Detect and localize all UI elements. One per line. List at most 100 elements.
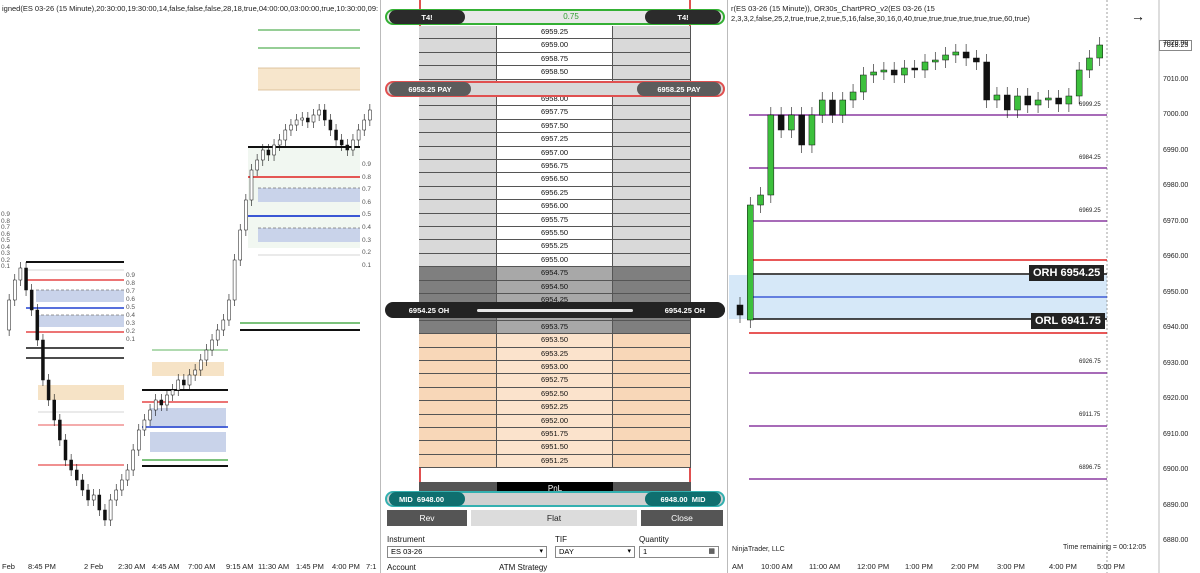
ladder-row[interactable]: 6954.75 [419, 267, 691, 281]
flat-button[interactable]: Flat [471, 510, 637, 526]
ladder-row[interactable]: 6955.25 [419, 240, 691, 254]
bid-cell[interactable] [419, 280, 497, 293]
ask-cell[interactable] [613, 253, 691, 267]
price-cell[interactable]: 6957.50 [497, 119, 613, 133]
price-cell[interactable]: 6959.00 [497, 39, 613, 52]
right-chart-canvas[interactable] [729, 0, 1200, 573]
price-cell[interactable]: 6952.00 [497, 414, 613, 427]
bid-cell[interactable] [419, 441, 497, 454]
ladder-row[interactable]: 6953.25 [419, 347, 691, 361]
ask-cell[interactable] [613, 280, 691, 293]
top-right-t4-pill[interactable]: T4! [645, 10, 721, 24]
ladder-row[interactable]: 6951.75 [419, 428, 691, 442]
ladder-row[interactable]: 6959.00 [419, 39, 691, 53]
ladder-row[interactable]: 6956.50 [419, 173, 691, 187]
bid-cell[interactable] [419, 106, 497, 119]
price-cell[interactable]: 6951.50 [497, 441, 613, 454]
bid-cell[interactable] [419, 39, 497, 52]
price-cell[interactable]: 6953.25 [497, 347, 613, 360]
ask-cell[interactable] [613, 146, 691, 159]
ask-cell[interactable] [613, 267, 691, 280]
bid-cell[interactable] [419, 240, 497, 253]
ladder-row[interactable]: 6955.50 [419, 227, 691, 241]
price-cell[interactable]: 6957.75 [497, 106, 613, 119]
ladder-row[interactable]: 6952.75 [419, 374, 691, 388]
bid-cell[interactable] [419, 52, 497, 66]
ask-cell[interactable] [613, 186, 691, 200]
ask-cell[interactable] [613, 240, 691, 253]
ask-cell[interactable] [613, 133, 691, 146]
ladder-row[interactable]: 6954.50 [419, 280, 691, 294]
ladder-row[interactable]: 6956.00 [419, 200, 691, 214]
top-left-t4-pill[interactable]: T4! [389, 10, 465, 24]
ask-cell[interactable] [613, 428, 691, 441]
ladder-row[interactable]: 6958.75 [419, 52, 691, 67]
oh-slider-track[interactable] [477, 309, 633, 312]
mid-left-pill[interactable]: MID 6948.00 [389, 492, 465, 506]
quantity-input[interactable]: 1 ▦ [639, 546, 719, 558]
calculator-icon[interactable]: ▦ [708, 547, 715, 557]
bid-cell[interactable] [419, 454, 497, 468]
ladder-row[interactable]: 6951.25 [419, 454, 691, 469]
ask-cell[interactable] [613, 387, 691, 401]
oh-left-pill[interactable]: 6954.25 OH [389, 303, 469, 317]
price-cell[interactable]: 6955.75 [497, 213, 613, 226]
price-cell[interactable]: 6952.25 [497, 401, 613, 414]
price-cell[interactable]: 6956.25 [497, 186, 613, 200]
rev-button[interactable]: Rev [387, 510, 467, 526]
price-cell[interactable]: 6959.25 [497, 26, 613, 39]
mid-right-pill[interactable]: 6948.00 MID [645, 492, 721, 506]
left-chart-panel[interactable]: igned(ES 03-26 (15 Minute),20:30:00,19:3… [0, 0, 378, 573]
bid-cell[interactable] [419, 133, 497, 146]
bid-cell[interactable] [419, 387, 497, 401]
ask-cell[interactable] [613, 200, 691, 213]
ask-cell[interactable] [613, 374, 691, 387]
price-cell[interactable]: 6953.00 [497, 361, 613, 374]
bid-cell[interactable] [419, 186, 497, 200]
price-cell[interactable]: 6956.50 [497, 173, 613, 186]
ask-cell[interactable] [613, 106, 691, 119]
bid-cell[interactable] [419, 374, 497, 387]
ladder-row[interactable]: 6957.50 [419, 119, 691, 134]
price-cell[interactable]: 6954.50 [497, 280, 613, 293]
ask-cell[interactable] [613, 454, 691, 468]
price-cell[interactable]: 6953.50 [497, 334, 613, 347]
pay-right-pill[interactable]: 6958.25 PAY [637, 82, 721, 96]
ask-cell[interactable] [613, 52, 691, 66]
ladder-row[interactable]: 6957.75 [419, 106, 691, 120]
bid-cell[interactable] [419, 428, 497, 441]
ask-cell[interactable] [613, 361, 691, 374]
dom-ladder-panel[interactable]: 6959.256959.006958.756958.506958.256958.… [380, 0, 728, 573]
ladder-row[interactable]: 6955.75 [419, 213, 691, 227]
bid-cell[interactable] [419, 160, 497, 173]
ladder-row[interactable]: 6953.00 [419, 361, 691, 375]
bid-cell[interactable] [419, 334, 497, 347]
ask-cell[interactable] [613, 347, 691, 360]
ladder-row[interactable]: 6951.50 [419, 441, 691, 455]
right-chart-panel[interactable]: r(ES 03-26 (15 Minute)), OR30s_ChartPRO_… [729, 0, 1200, 573]
bid-cell[interactable] [419, 173, 497, 186]
ask-cell[interactable] [613, 39, 691, 52]
ask-cell[interactable] [613, 119, 691, 133]
ask-cell[interactable] [613, 334, 691, 347]
price-cell[interactable]: 6958.50 [497, 66, 613, 79]
ladder-row[interactable]: 6956.75 [419, 160, 691, 174]
bid-cell[interactable] [419, 227, 497, 240]
price-cell[interactable]: 6956.75 [497, 160, 613, 173]
bid-cell[interactable] [419, 401, 497, 414]
price-cell[interactable]: 6957.25 [497, 133, 613, 146]
bid-cell[interactable] [419, 253, 497, 267]
price-cell[interactable]: 6954.75 [497, 267, 613, 280]
bid-cell[interactable] [419, 320, 497, 334]
ladder-row[interactable]: 6952.50 [419, 387, 691, 402]
bid-cell[interactable] [419, 119, 497, 133]
price-cell[interactable]: 6955.25 [497, 240, 613, 253]
oh-right-pill[interactable]: 6954.25 OH [645, 303, 725, 317]
ask-cell[interactable] [613, 320, 691, 334]
ask-cell[interactable] [613, 414, 691, 427]
price-cell[interactable]: 6953.75 [497, 320, 613, 334]
bid-cell[interactable] [419, 146, 497, 159]
ladder-row[interactable]: 6959.25 [419, 26, 691, 40]
price-cell[interactable]: 6958.75 [497, 52, 613, 66]
price-cell[interactable]: 6952.50 [497, 387, 613, 401]
